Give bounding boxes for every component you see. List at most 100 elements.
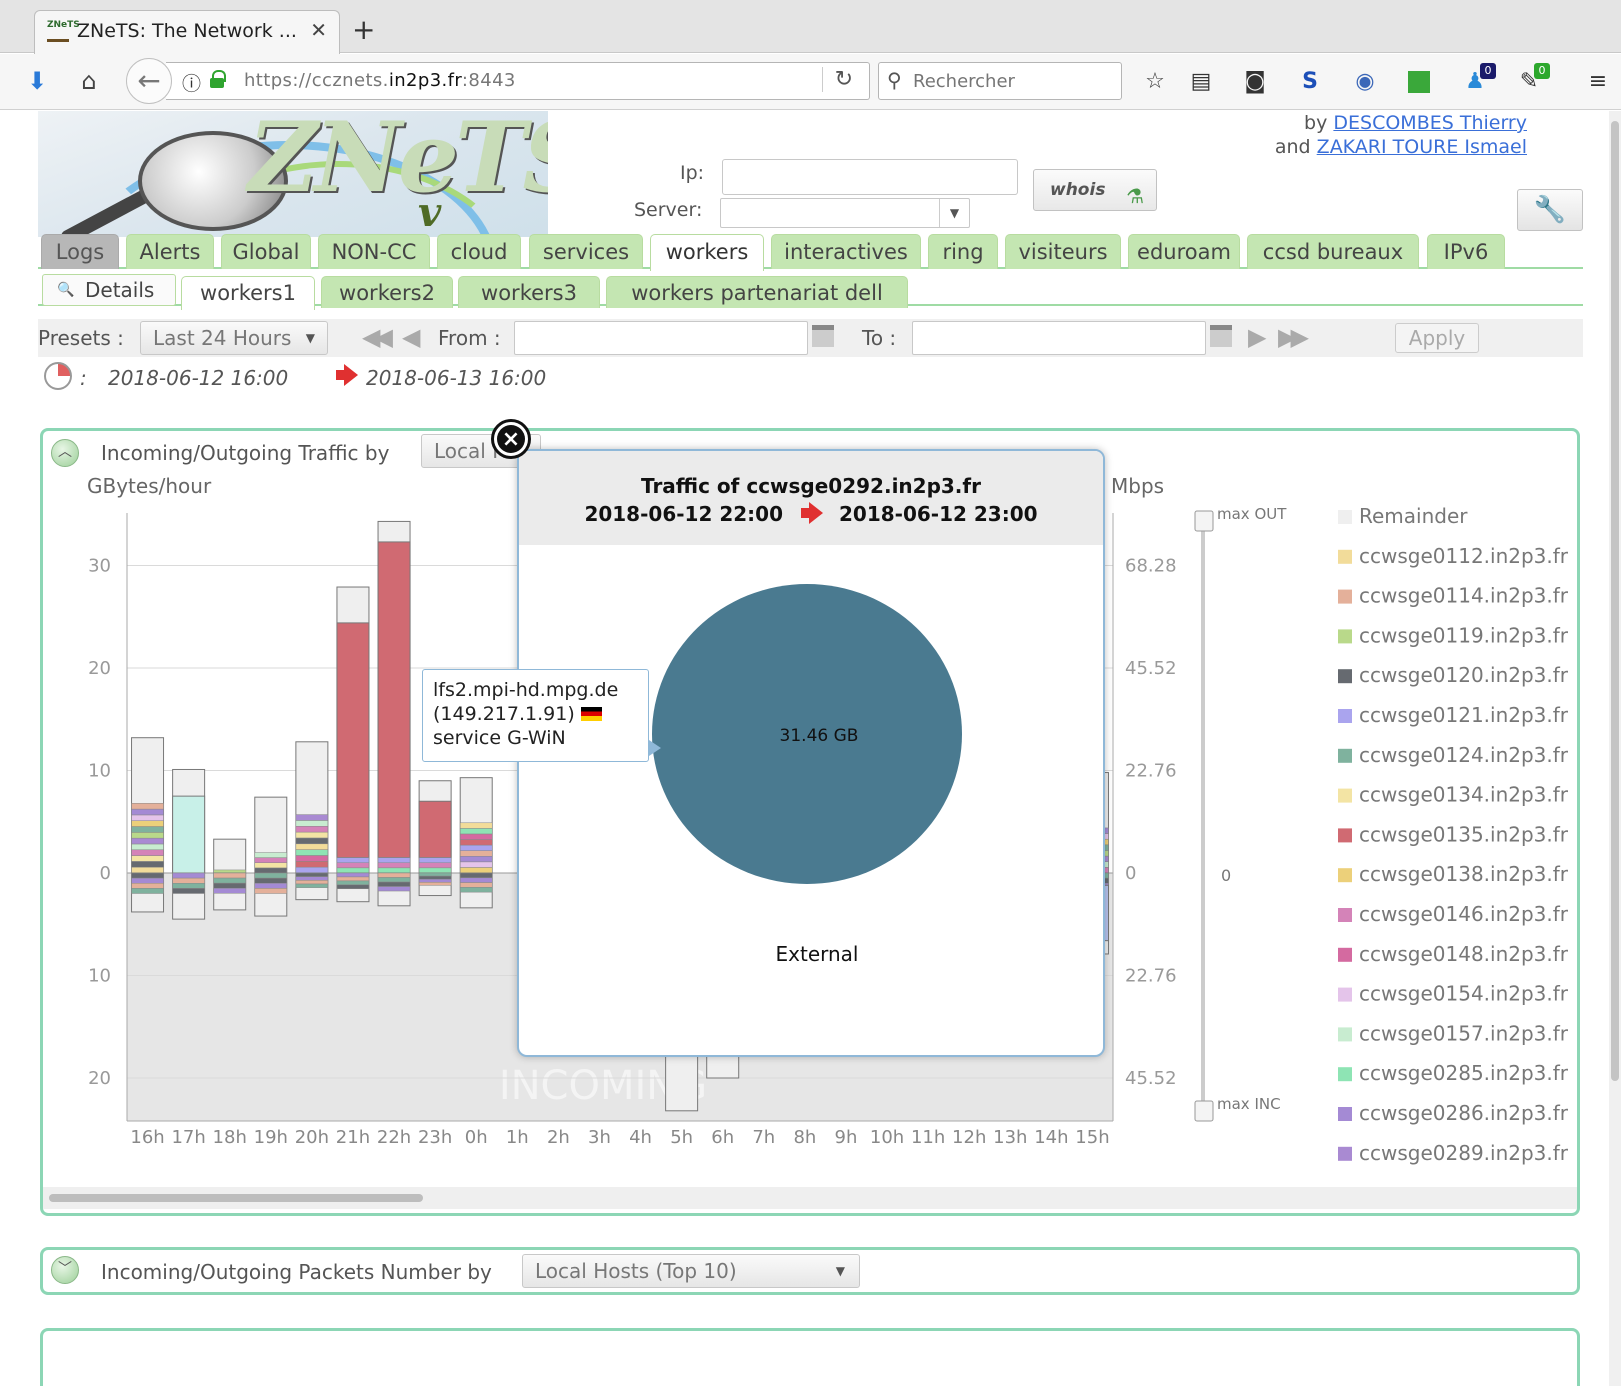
in-bar-segment bbox=[172, 872, 205, 879]
ghost-extension-icon[interactable]: ♟ 0 bbox=[1460, 63, 1496, 97]
main-tab-cloud[interactable]: cloud bbox=[437, 234, 521, 269]
details-button[interactable]: 🔍 Details bbox=[42, 274, 176, 306]
green-square-extension-icon[interactable] bbox=[1404, 67, 1434, 97]
x-tick-label: 7h bbox=[752, 1127, 775, 1148]
x-tick-label: 3h bbox=[588, 1127, 611, 1148]
legend-item: ccwsge0146.in2p3.fr bbox=[1359, 902, 1569, 926]
browser-toolbar: ⬇ ⌂ ⓘ https://ccznets.in2p3.fr:8443 ↻ ← … bbox=[0, 54, 1621, 110]
main-tab-ipv6[interactable]: IPv6 bbox=[1427, 234, 1505, 269]
settings-wrench-button[interactable]: 🔧 bbox=[1517, 189, 1583, 231]
ip-input[interactable] bbox=[722, 159, 1018, 195]
in-bar-segment bbox=[459, 887, 493, 893]
main-tab-logs[interactable]: Logs bbox=[41, 234, 119, 269]
ghost-badge: 0 bbox=[1480, 63, 1496, 79]
sub-tab-workers3[interactable]: workers3 bbox=[458, 276, 600, 308]
s-extension-icon[interactable]: S bbox=[1295, 67, 1325, 97]
sub-tab-workers2[interactable]: workers2 bbox=[321, 276, 453, 308]
out-bar-segment bbox=[131, 820, 164, 827]
reload-icon[interactable]: ↻ bbox=[821, 67, 853, 92]
download-icon[interactable]: ⬇ bbox=[20, 64, 54, 98]
out-bar-segment bbox=[131, 861, 164, 868]
x-tick-label: 11h bbox=[911, 1127, 945, 1148]
back-button[interactable]: ← bbox=[126, 58, 172, 104]
legend-item: ccwsge0286.in2p3.fr bbox=[1359, 1101, 1569, 1125]
red-arrow-icon bbox=[336, 364, 358, 386]
browser-tab[interactable]: ZNeTS ZNeTS: The Network ... ✕ bbox=[34, 10, 340, 54]
from-calendar-icon[interactable] bbox=[812, 325, 834, 347]
packets-grouping-select[interactable]: Local Hosts (Top 10) ▼ bbox=[522, 1254, 860, 1288]
sub-tab-workers1[interactable]: workers1 bbox=[181, 276, 315, 310]
author-link-descombes[interactable]: DESCOMBES Thierry bbox=[1333, 112, 1527, 134]
url-text[interactable]: https://ccznets.in2p3.fr:8443 bbox=[244, 70, 516, 91]
close-tab-icon[interactable]: ✕ bbox=[310, 18, 327, 42]
author-link-zakari[interactable]: ZAKARI TOURE Ismael bbox=[1317, 136, 1527, 158]
legend-swatch bbox=[1338, 748, 1352, 763]
in-bar-segment bbox=[377, 877, 411, 883]
logo-version: v 1.29 bbox=[418, 189, 515, 237]
address-bar[interactable]: ⓘ https://ccznets.in2p3.fr:8443 ↻ bbox=[166, 62, 870, 100]
sub-tab-workers-partenariat-dell[interactable]: workers partenariat dell bbox=[606, 276, 908, 308]
forward-icon[interactable]: ▶ bbox=[1248, 323, 1267, 351]
to-calendar-icon[interactable] bbox=[1210, 325, 1232, 347]
globe-extension-icon[interactable]: ◉ bbox=[1350, 67, 1380, 97]
main-tab-alerts[interactable]: Alerts bbox=[126, 234, 214, 269]
menu-icon[interactable]: ≡ bbox=[1583, 67, 1613, 97]
out-bar-segment bbox=[295, 855, 329, 862]
horizontal-scrollbar[interactable] bbox=[43, 1187, 1577, 1209]
rewind-icon[interactable]: ◀ bbox=[402, 323, 421, 351]
legend-swatch bbox=[1338, 908, 1352, 922]
legend-item: ccwsge0285.in2p3.fr bbox=[1359, 1061, 1569, 1085]
microscope-icon: ⚗ bbox=[1126, 184, 1144, 208]
in-bar-segment bbox=[377, 886, 411, 892]
site-info-icon[interactable]: ⓘ bbox=[182, 69, 201, 96]
vertical-scrollbar[interactable] bbox=[1609, 111, 1621, 1386]
pen-extension-icon[interactable]: ✎ 0 bbox=[1514, 63, 1550, 97]
main-tab-services[interactable]: services bbox=[529, 234, 643, 269]
legend-swatch bbox=[1338, 549, 1352, 564]
rewind-fast-icon[interactable]: ◀◀ bbox=[362, 323, 393, 351]
to-date-input[interactable] bbox=[912, 321, 1206, 355]
bookmarks-list-icon[interactable]: ▤ bbox=[1186, 67, 1216, 97]
out-bar-segment bbox=[295, 866, 329, 874]
out-bar-segment bbox=[336, 867, 370, 874]
scrollbar-thumb[interactable] bbox=[1611, 121, 1619, 1081]
main-tab-ring[interactable]: ring bbox=[928, 234, 998, 269]
out-bar-ccwsge0135 bbox=[377, 541, 411, 859]
presets-select[interactable]: Last 24 Hours ▼ bbox=[140, 321, 328, 355]
main-tab-global[interactable]: Global bbox=[221, 234, 311, 269]
search-box[interactable]: ⚲ bbox=[878, 62, 1122, 100]
apply-button[interactable]: Apply bbox=[1395, 323, 1479, 353]
legend-item: ccwsge0154.in2p3.fr bbox=[1359, 982, 1569, 1006]
home-icon[interactable]: ⌂ bbox=[72, 64, 106, 98]
expand-toggle-icon[interactable]: ﹀ bbox=[51, 1256, 79, 1284]
in-bar-segment bbox=[336, 880, 370, 886]
legend-swatch bbox=[1338, 709, 1352, 723]
from-date-input[interactable] bbox=[514, 321, 808, 355]
forward-fast-icon[interactable]: ▶▶ bbox=[1278, 323, 1309, 351]
out-bar-segment bbox=[295, 861, 329, 868]
main-tab-eduroam[interactable]: eduroam bbox=[1128, 234, 1240, 269]
search-input[interactable] bbox=[913, 69, 1113, 93]
server-select[interactable]: ▼ bbox=[720, 198, 970, 228]
legend-swatch bbox=[1338, 828, 1352, 843]
new-tab-button[interactable]: + bbox=[352, 13, 375, 46]
legend-item: Remainder bbox=[1359, 504, 1468, 528]
legend-swatch bbox=[1338, 868, 1352, 883]
horizontal-scrollbar-thumb[interactable] bbox=[49, 1194, 423, 1202]
main-tab-non-cc[interactable]: NON-CC bbox=[318, 234, 430, 269]
whois-button[interactable]: whois ⚗ bbox=[1033, 169, 1157, 211]
legend-swatch bbox=[1338, 947, 1352, 962]
main-tab-visiteurs[interactable]: visiteurs bbox=[1005, 234, 1121, 269]
main-tab-workers[interactable]: workers bbox=[650, 234, 764, 271]
legend-item: ccwsge0112.in2p3.fr bbox=[1359, 544, 1569, 568]
main-tab-ccsd-bureaux[interactable]: ccsd bureaux bbox=[1247, 234, 1419, 269]
popup-close-button[interactable]: × bbox=[491, 419, 531, 459]
tooltip-service: service G-WiN bbox=[433, 727, 566, 749]
pocket-icon[interactable]: ◙ bbox=[1240, 67, 1270, 97]
legend-item: ccwsge0157.in2p3.fr bbox=[1359, 1021, 1569, 1045]
main-tab-interactives[interactable]: interactives bbox=[771, 234, 921, 269]
browser-tab-strip: ZNeTS ZNeTS: The Network ... ✕ + bbox=[0, 0, 1621, 54]
x-tick-label: 9h bbox=[835, 1127, 858, 1148]
bookmark-star-icon[interactable]: ☆ bbox=[1140, 67, 1170, 97]
x-tick-label: 17h bbox=[171, 1127, 205, 1148]
